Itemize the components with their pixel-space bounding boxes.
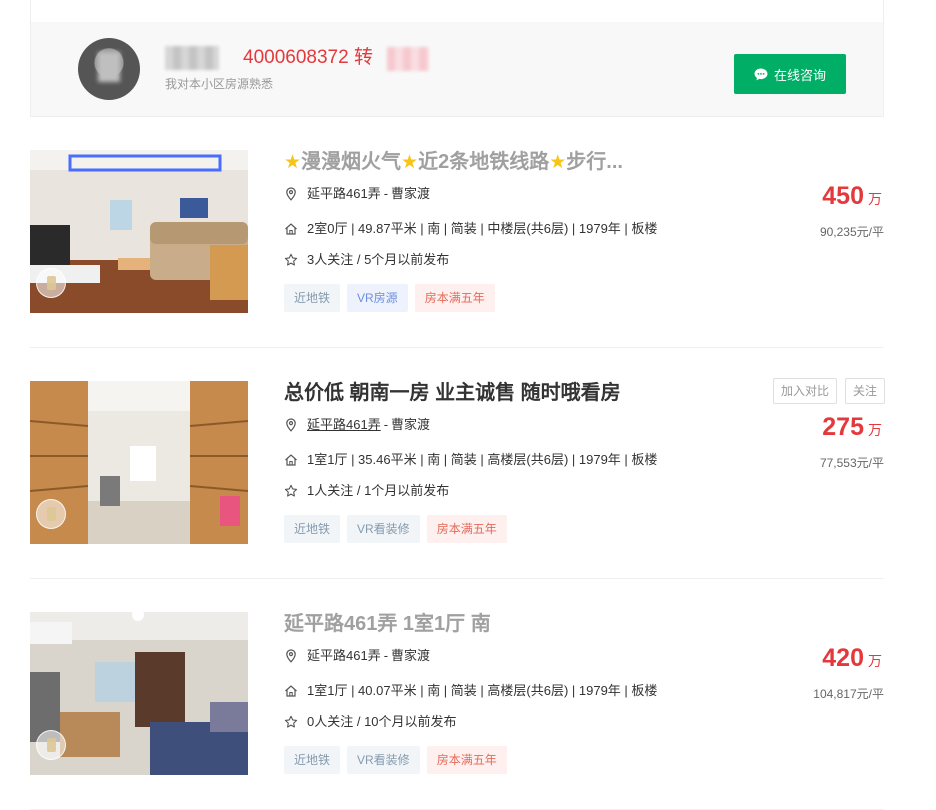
follow-info-text: 3人关注 / 5个月以前发布 (307, 252, 450, 267)
community-link[interactable]: 延平路461弄 (307, 647, 381, 665)
community-link[interactable]: 延平路461弄 (307, 185, 381, 203)
district-link[interactable]: 曹家渡 (391, 647, 430, 665)
title-part: 近2条地铁线路 (418, 151, 550, 173)
price-number: 450 (822, 182, 864, 210)
location-pin-icon (286, 649, 296, 663)
listing-item[interactable]: 总价低 朝南一房 业主诚售 随时哦看房 加入对比 关注 延平路461弄 - 曹家渡 … (30, 348, 886, 579)
district-link[interactable]: 曹家渡 (391, 185, 430, 203)
tag-list: 近地铁 VR看装修 房本满五年 (284, 515, 507, 543)
position-info: 延平路461弄 - 曹家渡 (284, 647, 430, 665)
price-unit: 万 (868, 653, 882, 669)
location-pin-icon (286, 187, 296, 201)
house-info: 2室0厅 | 49.87平米 | 南 | 简装 | 中楼层(共6层) | 197… (284, 220, 657, 238)
price-unit: 万 (868, 422, 882, 438)
tag-list: 近地铁 VR房源 房本满五年 (284, 284, 495, 312)
house-info-text: 2室0厅 | 49.87平米 | 南 | 简装 | 中楼层(共6层) | 197… (307, 221, 658, 236)
position-separator: - (383, 648, 389, 663)
house-info: 1室1厅 | 35.46平米 | 南 | 简装 | 高楼层(共6层) | 197… (284, 451, 657, 469)
tag-vr: VR房源 (347, 284, 408, 312)
tag-five-years: 房本满五年 (426, 515, 507, 543)
listing-title[interactable]: 总价低 朝南一房 业主诚售 随时哦看房 (284, 379, 621, 407)
tag-near-subway: 近地铁 (284, 284, 341, 312)
star-outline-icon (284, 715, 298, 728)
title-part: 步行... (566, 151, 623, 173)
online-consult-label: 在线咨询 (773, 67, 826, 83)
tag-vr-decoration: VR看装修 (347, 515, 420, 543)
position-info: 延平路461弄 - 曹家渡 (284, 416, 430, 434)
listing-title[interactable]: 延平路461弄 1室1厅 南 (284, 610, 491, 638)
vr-badge-icon[interactable] (36, 730, 66, 760)
unit-price: 104,817元/平 (813, 687, 884, 701)
listing-item[interactable]: ★漫漫烟火气★近2条地铁线路★步行... 延平路461弄 - 曹家渡 2室0厅 | … (30, 117, 884, 348)
agent-name-redacted (165, 46, 219, 70)
tag-five-years: 房本满五年 (414, 284, 495, 312)
house-icon (285, 454, 297, 466)
star-outline-icon (284, 253, 298, 266)
position-separator: - (383, 186, 389, 201)
follow-info-text: 1人关注 / 1个月以前发布 (307, 483, 450, 498)
tag-near-subway: 近地铁 (284, 746, 341, 774)
price-unit: 万 (868, 191, 882, 207)
total-price: 275 万 (822, 412, 882, 442)
district-link[interactable]: 曹家渡 (391, 416, 430, 434)
total-price: 450 万 (822, 181, 882, 211)
listing-item[interactable]: 延平路461弄 1室1厅 南 延平路461弄 - 曹家渡 1室1厅 | 40.07平… (30, 579, 884, 810)
follow-info: 3人关注 / 5个月以前发布 (284, 251, 449, 269)
tag-near-subway: 近地铁 (284, 515, 341, 543)
location-pin-icon (286, 418, 296, 432)
total-price: 420 万 (822, 643, 882, 673)
online-consult-button[interactable]: 在线咨询 (734, 54, 846, 94)
unit-price: 90,235元/平 (819, 225, 884, 239)
position-separator: - (383, 417, 389, 432)
house-info: 1室1厅 | 40.07平米 | 南 | 简装 | 高楼层(共6层) | 197… (284, 682, 657, 700)
unit-price: 77,553元/平 (819, 456, 884, 470)
agent-phone: 4000608372 转 (243, 47, 373, 68)
vr-badge-icon[interactable] (36, 268, 66, 298)
house-info-text: 1室1厅 | 35.46平米 | 南 | 简装 | 高楼层(共6层) | 197… (307, 452, 658, 467)
tag-vr-decoration: VR看装修 (347, 746, 420, 774)
top-divider (30, 0, 884, 22)
chat-bubble-icon (754, 68, 768, 80)
house-icon (285, 685, 297, 697)
follow-info-text: 0人关注 / 10个月以前发布 (307, 714, 457, 729)
follow-info: 0人关注 / 10个月以前发布 (284, 713, 457, 731)
price-number: 420 (822, 644, 864, 672)
follow-button[interactable]: 关注 (845, 378, 886, 404)
position-info: 延平路461弄 - 曹家渡 (284, 185, 430, 203)
phone-extension-redacted (387, 47, 429, 71)
listing-title[interactable]: ★漫漫烟火气★近2条地铁线路★步行... (284, 148, 623, 177)
follow-info: 1人关注 / 1个月以前发布 (284, 482, 449, 500)
title-part: 漫漫烟火气 (301, 151, 402, 173)
vr-badge-icon[interactable] (36, 499, 66, 529)
agent-bar: 4000608372 转 我对本小区房源熟悉 在线咨询 (30, 22, 884, 117)
star-icon: ★ (401, 152, 419, 173)
house-icon (285, 223, 297, 235)
tag-five-years: 房本满五年 (426, 746, 507, 774)
agent-description: 我对本小区房源熟悉 (165, 77, 274, 91)
price-number: 275 (822, 413, 864, 441)
star-outline-icon (284, 484, 298, 497)
tag-list: 近地铁 VR看装修 房本满五年 (284, 746, 507, 774)
add-compare-button[interactable]: 加入对比 (773, 378, 838, 404)
community-link[interactable]: 延平路461弄 (307, 416, 381, 434)
house-info-text: 1室1厅 | 40.07平米 | 南 | 简装 | 高楼层(共6层) | 197… (307, 683, 658, 698)
agent-avatar[interactable] (78, 38, 140, 100)
star-icon: ★ (284, 152, 302, 173)
listing-page: 4000608372 转 我对本小区房源熟悉 在线咨询 ★漫漫烟火气★近2条地铁… (30, 0, 886, 810)
star-icon: ★ (549, 152, 567, 173)
